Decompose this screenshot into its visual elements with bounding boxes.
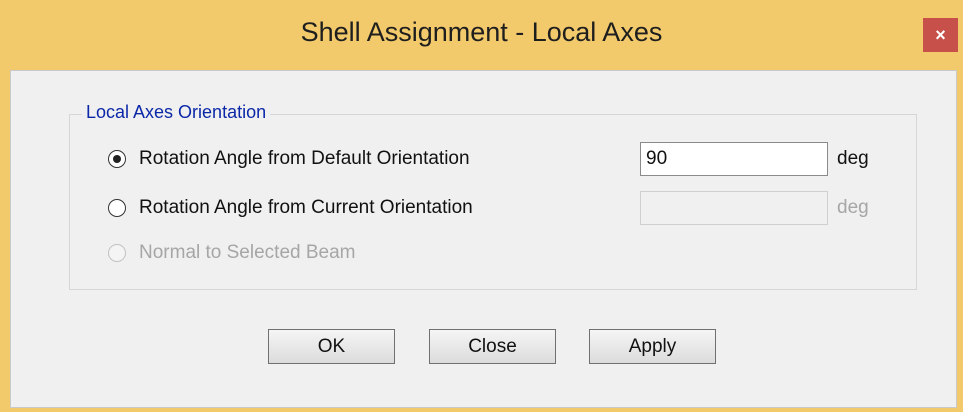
- close-window-button[interactable]: ×: [923, 18, 958, 52]
- option-current-orientation[interactable]: Rotation Angle from Current Orientation: [108, 194, 473, 222]
- dialog-body: Local Axes Orientation Rotation Angle fr…: [10, 70, 957, 408]
- current-angle-unit: deg: [837, 197, 869, 218]
- ok-button[interactable]: OK: [268, 329, 395, 364]
- radio-default-orientation[interactable]: [108, 150, 126, 168]
- option-label-normal: Normal to Selected Beam: [139, 242, 356, 263]
- local-axes-orientation-group: Local Axes Orientation Rotation Angle fr…: [69, 102, 917, 290]
- option-normal-to-beam: Normal to Selected Beam: [108, 239, 356, 267]
- option-default-orientation[interactable]: Rotation Angle from Default Orientation: [108, 145, 470, 173]
- window-title: Shell Assignment - Local Axes: [300, 17, 663, 47]
- close-icon: ×: [935, 24, 946, 45]
- option-label-default: Rotation Angle from Default Orientation: [139, 148, 470, 169]
- radio-normal-to-beam: [108, 244, 126, 262]
- dialog-window: Shell Assignment - Local Axes × Local Ax…: [0, 0, 963, 412]
- current-angle-input: [640, 191, 828, 225]
- default-angle-input[interactable]: 90: [640, 142, 828, 176]
- apply-button[interactable]: Apply: [589, 329, 716, 364]
- option-label-current: Rotation Angle from Current Orientation: [139, 197, 473, 218]
- close-button[interactable]: Close: [429, 329, 556, 364]
- radio-current-orientation[interactable]: [108, 199, 126, 217]
- title-bar[interactable]: Shell Assignment - Local Axes ×: [0, 0, 963, 70]
- default-angle-unit: deg: [837, 148, 869, 169]
- group-legend: Local Axes Orientation: [82, 102, 271, 123]
